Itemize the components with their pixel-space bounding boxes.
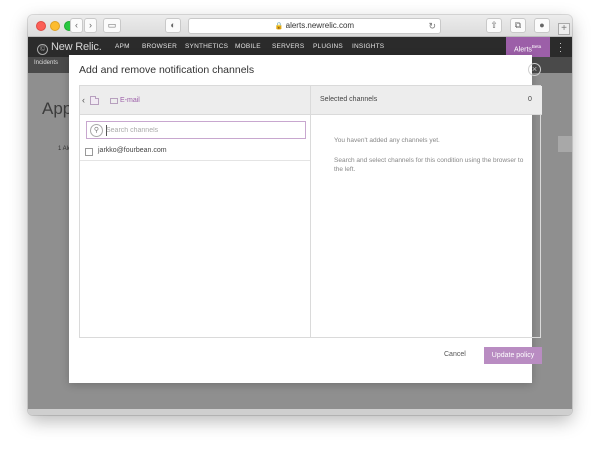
forward-button[interactable]: › xyxy=(84,18,97,33)
folder-icon[interactable] xyxy=(90,96,99,105)
nav-apm[interactable]: APM xyxy=(115,43,130,50)
lock-icon: 🔒 xyxy=(274,23,284,30)
privacy-report-button[interactable]: ◐ xyxy=(165,18,181,33)
empty-message: You haven't added any channels yet. xyxy=(334,137,440,144)
modal-title: Add and remove notification channels xyxy=(79,64,255,76)
beta-badge: Beta xyxy=(531,44,542,49)
close-window-button[interactable] xyxy=(36,21,46,31)
page-side-widget xyxy=(558,136,572,152)
minimize-window-button[interactable] xyxy=(50,21,60,31)
downloads-button[interactable]: ● xyxy=(534,18,550,33)
channel-browser: ‹ E-mail ⚲ jarkko@fourbean.com xyxy=(80,86,311,337)
search-box[interactable]: ⚲ xyxy=(86,121,306,139)
selected-count: 0 xyxy=(528,96,532,103)
nav-alerts[interactable]: AlertsBeta xyxy=(506,37,550,57)
update-policy-button[interactable]: Update policy xyxy=(484,347,542,364)
breadcrumb-email[interactable]: E-mail xyxy=(120,97,140,104)
logo-text: New Relic. xyxy=(51,41,102,53)
cancel-button[interactable]: Cancel xyxy=(444,351,466,358)
email-icon xyxy=(110,98,118,104)
more-menu-icon[interactable]: · · · xyxy=(559,39,562,56)
nav-servers[interactable]: SERVERS xyxy=(272,43,304,50)
page-title: App xyxy=(42,99,73,118)
address-bar[interactable]: 🔒 alerts.newrelic.com ↻ xyxy=(188,18,441,34)
status-bar xyxy=(28,409,572,415)
selected-header: Selected channels 0 xyxy=(311,86,542,115)
nav-synthetics[interactable]: SYNTHETICS xyxy=(185,43,228,50)
search-icon: ⚲ xyxy=(90,124,103,137)
nav-browser[interactable]: BROWSER xyxy=(142,43,177,50)
sidebar-toggle-button[interactable]: ▭ xyxy=(103,18,121,33)
nav-plugins[interactable]: PLUGINS xyxy=(313,43,343,50)
share-button[interactable]: ⇧ xyxy=(486,18,502,33)
new-relic-logo[interactable]: © New Relic. xyxy=(37,41,102,55)
browser-header: ‹ E-mail xyxy=(80,86,310,115)
subnav-incidents[interactable]: Incidents xyxy=(34,60,58,66)
browser-toolbar: ‹ › ▭ ◐ 🔒 alerts.newrelic.com ↻ ⇧ ⧉ ● + xyxy=(28,15,572,37)
nav-insights[interactable]: INSIGHTS xyxy=(352,43,384,50)
channel-label: jarkko@fourbean.com xyxy=(98,147,167,154)
top-navigation: © New Relic. APM BROWSER SYNTHETICS MOBIL… xyxy=(28,37,572,57)
selected-title: Selected channels xyxy=(320,96,378,103)
help-text: Search and select channels for this cond… xyxy=(334,157,524,173)
list-item[interactable]: jarkko@fourbean.com xyxy=(80,144,310,161)
tabs-overview-button[interactable]: ⧉ xyxy=(510,18,526,33)
selected-channels-panel: Selected channels 0 You haven't added an… xyxy=(311,86,542,337)
back-arrow-icon[interactable]: ‹ xyxy=(82,95,85,105)
channel-checkbox[interactable] xyxy=(85,148,93,156)
reload-icon[interactable]: ↻ xyxy=(428,19,436,33)
close-icon[interactable]: × xyxy=(528,63,541,76)
back-button[interactable]: ‹ xyxy=(70,18,83,33)
logo-icon: © xyxy=(37,44,48,55)
new-tab-button[interactable]: + xyxy=(558,23,570,35)
nav-mobile[interactable]: MOBILE xyxy=(235,43,261,50)
alerts-label: Alerts xyxy=(514,46,532,54)
url-text: alerts.newrelic.com xyxy=(285,21,355,30)
text-cursor xyxy=(106,125,107,136)
search-input[interactable] xyxy=(106,125,296,136)
notification-channels-modal: Add and remove notification channels × ‹… xyxy=(69,55,542,383)
channel-picker: ‹ E-mail ⚲ jarkko@fourbean.com Selected … xyxy=(79,85,542,338)
